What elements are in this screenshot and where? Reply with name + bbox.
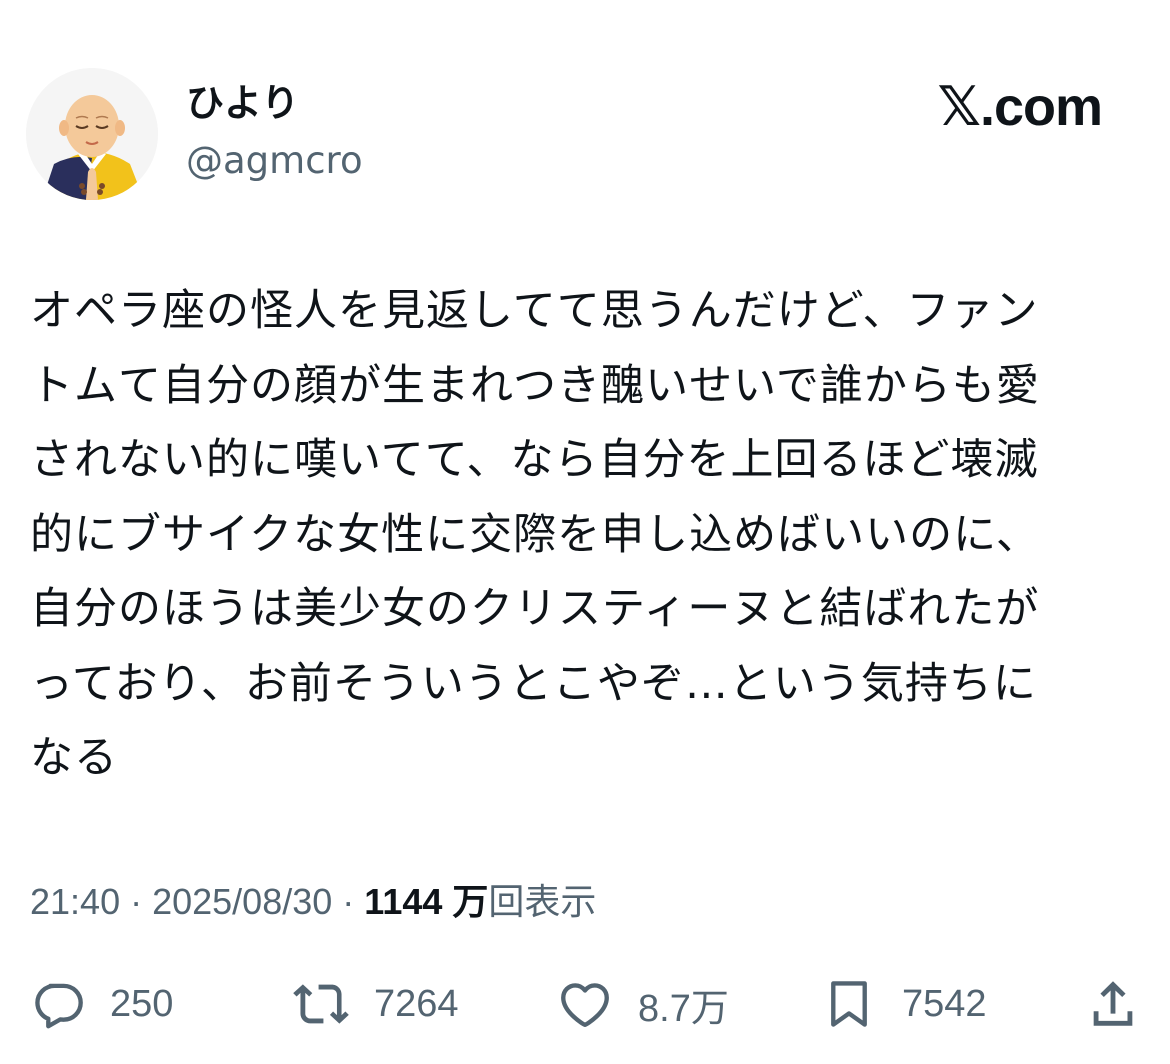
display-name[interactable]: ひより [186,78,299,128]
retweet-icon [293,984,349,1024]
tweet-header: ひより @agmcro 𝕏.com [0,0,1170,210]
tweet-text-line: されない的に嘆いてて、なら自分を上回るほど壊滅 [30,435,1039,485]
heart-icon [561,983,609,1027]
bookmark-count: 7542 [902,982,987,1025]
action-bar: 250 7264 8.7万 7542 [0,968,1170,1040]
x-logo: 𝕏.com [937,77,1103,137]
tweet-date[interactable]: 2025/08/30 [152,881,332,922]
meta-separator: · [120,881,153,922]
tweet-text-line: 的にブサイクな女性に交際を申し込めばいいのに、 [30,509,1040,560]
reply-button[interactable]: 250 [28,968,173,1040]
tweet-time[interactable]: 21:40 [30,881,120,922]
tweet-text: オペラ座の怪人を見返してて思うんだけど、ファン トムて自分の顔が生まれつき醜いせ… [30,274,1130,796]
retweet-button[interactable]: 7264 [292,968,459,1040]
reply-icon [35,983,83,1029]
like-count: 8.7万 [638,987,729,1030]
bookmark-button[interactable]: 7542 [820,968,987,1040]
views-count: 1144 万 [364,881,489,922]
tweet-text-line: トムて自分の顔が生まれつき醜いせいで誰からも愛 [30,360,1040,411]
like-button[interactable]: 8.7万 [556,968,729,1040]
share-icon [1093,981,1133,1026]
bookmark-icon [831,981,867,1027]
meta-separator: · [332,881,365,922]
tweet-text-line: オペラ座の怪人を見返してて思うんだけど、ファン [30,286,1039,336]
share-button[interactable] [1084,968,1142,1040]
tweet-meta: 21:40 · 2025/08/30 · 1144 万回表示 [30,876,596,928]
avatar[interactable] [26,68,158,200]
reply-count: 250 [110,982,174,1025]
tweet-text-line: なる [30,733,118,783]
monk-avatar-icon [26,68,158,200]
retweet-count: 7264 [374,982,459,1025]
tweet-text-line: 自分のほうは美少女のクリスティーヌと結ばれたが [30,584,1040,634]
user-handle[interactable]: @agmcro [186,136,363,186]
views-label: 回表示 [488,881,597,922]
tweet-text-line: っており、お前そういうとこやぞ…という気持ちに [30,658,1037,709]
